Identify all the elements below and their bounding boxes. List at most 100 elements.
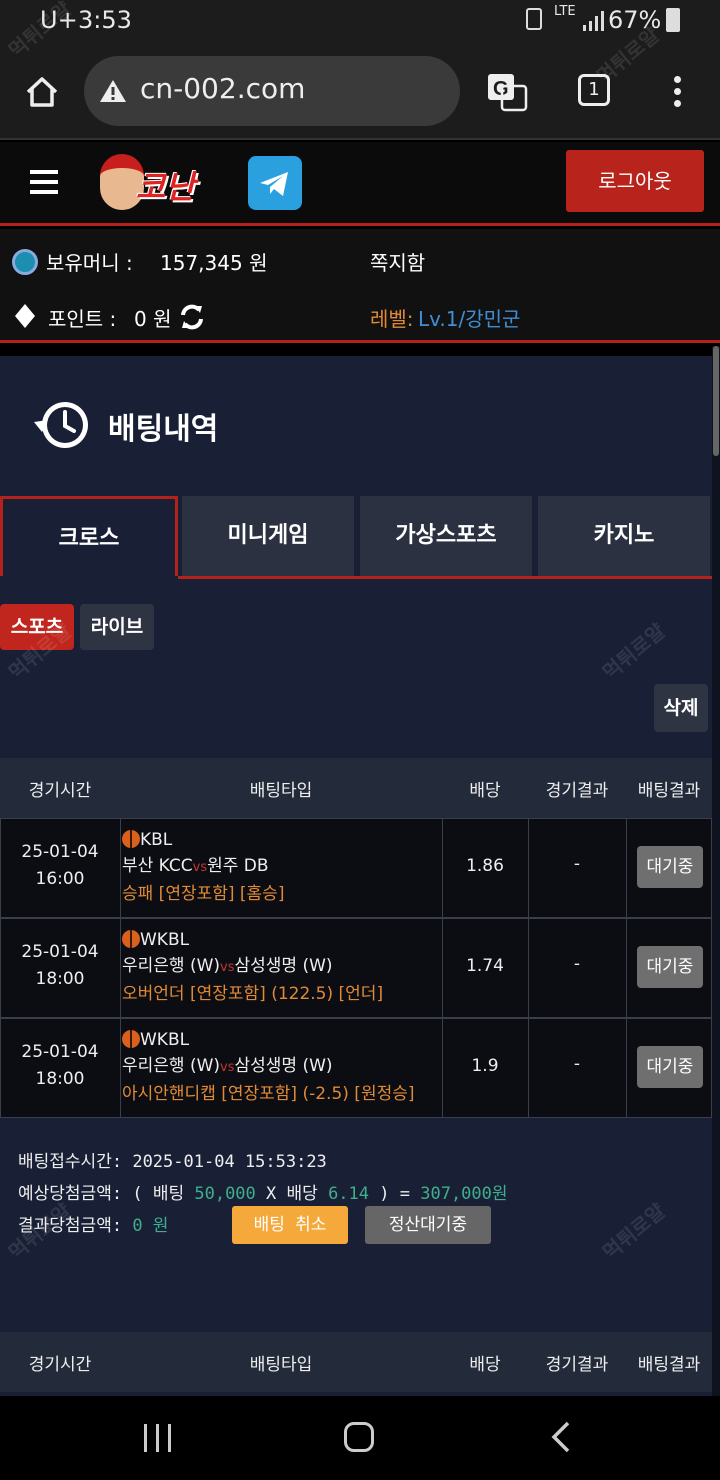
col-header-odds: 배당	[469, 1355, 501, 1375]
logout-button[interactable]: 로그아웃	[566, 150, 704, 212]
bet-type-detail: 오버언더 [연장포함] (122.5) [언더]	[122, 984, 384, 1004]
site-logo[interactable]: 코난	[96, 148, 226, 218]
expected-win-label: 예상당첨금액:	[18, 1184, 123, 1204]
tab-count: 1	[588, 79, 600, 100]
main-content: 배팅내역 크로스 미니게임 가상스포츠 카지노 스포츠 라이브 삭제 경기시간 …	[0, 356, 712, 1396]
table-row: 25-01-04 18:00 WKBL 우리은행 (W)vs삼성생명 (W) 오…	[0, 918, 712, 1018]
receipt-time-value: 2025-01-04 15:53:23	[132, 1152, 327, 1172]
total-odds-label: 배당	[286, 1184, 318, 1204]
signal-icon	[583, 11, 604, 31]
league-name: WKBL	[140, 930, 190, 950]
point-value: 0 원	[134, 307, 172, 331]
history-clock-icon	[34, 402, 88, 448]
game-time: 18:00	[35, 969, 85, 989]
settlement-pending-label: 정산대기중	[388, 1215, 468, 1235]
game-result-value: -	[573, 1054, 581, 1074]
scrollbar-track[interactable]	[712, 346, 720, 1396]
logo-text: 코난	[136, 168, 195, 206]
diamond-icon	[15, 304, 35, 328]
basketball-icon	[122, 930, 140, 948]
logout-label: 로그아웃	[598, 169, 672, 193]
money-value: 157,345 원	[160, 251, 268, 275]
close-equals: ) =	[379, 1184, 410, 1204]
tab-casino[interactable]: 카지노	[538, 496, 710, 576]
page-title: 배팅내역	[108, 412, 219, 447]
clock: 3:53	[78, 6, 132, 34]
col-header-time: 경기시간	[28, 781, 92, 801]
col-header-game-result: 경기결과	[545, 1355, 609, 1375]
tab-virtual-sports[interactable]: 가상스포츠	[360, 496, 532, 576]
back-icon[interactable]	[548, 1420, 574, 1454]
game-result-value: -	[573, 954, 581, 974]
pending-status-label: 대기중	[646, 957, 694, 977]
expected-win-value: 307,000원	[420, 1184, 508, 1204]
col-header-bet-result: 배팅결과	[637, 1355, 701, 1375]
vs-label: vs	[220, 1060, 235, 1075]
soccer-ball-icon	[12, 249, 38, 275]
table-header: 경기시간 배팅타입 배당 경기결과 배팅결과	[0, 1332, 712, 1392]
col-header-game-result: 경기결과	[545, 781, 609, 801]
tab-minigame-label: 미니게임	[227, 523, 309, 548]
url-text: cn-002.com	[140, 72, 306, 105]
home-nav-icon[interactable]	[344, 1422, 374, 1452]
receipt-time-label: 배팅접수시간:	[18, 1152, 123, 1172]
table-row: 25-01-04 18:00 WKBL 우리은행 (W)vs삼성생명 (W) 아…	[0, 1018, 712, 1118]
odds-value: 1.86	[466, 856, 504, 876]
league-name: WKBL	[140, 1030, 190, 1050]
odds-value: 1.74	[466, 956, 504, 976]
time-cell	[0, 1018, 121, 1118]
settlement-pending-badge: 정산대기중	[365, 1206, 491, 1244]
message-box-link[interactable]: 쪽지함	[370, 247, 425, 276]
refresh-icon[interactable]	[178, 303, 206, 331]
status-bar: U+ 3:53 LTE 67%	[0, 0, 720, 44]
level-value[interactable]: Lv.1/강민군	[418, 303, 520, 332]
game-date: 25-01-04	[21, 842, 99, 862]
scrollbar-thumb[interactable]	[713, 346, 719, 456]
watermark: 먹튀로얄	[597, 618, 670, 685]
sync-icon	[526, 8, 542, 30]
level-label: 레벨:	[370, 307, 414, 331]
time-cell	[0, 818, 121, 918]
tab-cross[interactable]: 크로스	[0, 496, 178, 576]
home-icon[interactable]	[24, 74, 60, 110]
game-result-value: -	[573, 854, 581, 874]
home-team: 우리은행 (W)	[122, 956, 221, 976]
tab-virtual-sports-label: 가상스포츠	[395, 523, 497, 548]
subtab-live[interactable]: 라이브	[80, 604, 154, 650]
address-bar[interactable]: cn-002.com	[84, 56, 460, 126]
cancel-bet-button[interactable]: 배팅 취소	[232, 1206, 348, 1244]
delete-button[interactable]: 삭제	[654, 684, 708, 732]
tab-cross-label: 크로스	[58, 526, 120, 551]
basketball-icon	[122, 830, 140, 848]
site-header: 코난 로그아웃	[0, 142, 720, 226]
vs-label: vs	[192, 860, 208, 875]
tab-casino-label: 카지노	[593, 523, 655, 548]
telegram-icon[interactable]	[248, 156, 302, 210]
away-team: 삼성생명 (W)	[234, 1056, 333, 1076]
game-date: 25-01-04	[21, 942, 99, 962]
total-odds-value: 6.14	[328, 1184, 370, 1204]
recent-apps-icon[interactable]	[144, 1424, 174, 1452]
tab-bar-underline	[178, 576, 712, 579]
more-menu-icon[interactable]	[674, 76, 682, 108]
col-header-bet-type: 배팅타입	[249, 781, 313, 801]
cancel-bet-label: 배팅 취소	[253, 1215, 327, 1235]
league-name: KBL	[140, 830, 173, 850]
odds-value: 1.9	[471, 1056, 499, 1076]
basketball-icon	[122, 1030, 140, 1048]
battery-icon	[666, 8, 680, 32]
time-cell	[0, 918, 121, 1018]
open-paren: (	[132, 1184, 143, 1204]
hamburger-menu-icon[interactable]	[30, 170, 58, 194]
pending-status-badge: 대기중	[637, 1046, 703, 1088]
network-label: LTE	[554, 4, 576, 19]
bet-amount-label: 배팅	[152, 1184, 185, 1204]
away-team: 삼성생명 (W)	[234, 956, 333, 976]
game-time: 18:00	[35, 1069, 85, 1089]
pending-status-label: 대기중	[646, 1057, 694, 1077]
tab-minigame[interactable]: 미니게임	[182, 496, 354, 576]
money-label: 보유머니 :	[46, 251, 133, 275]
translate-icon[interactable]: G	[486, 72, 528, 112]
user-info-panel: 보유머니 : 157,345 원 쪽지함 포인트 : 0 원 레벨: Lv.1/…	[0, 229, 720, 343]
times-sign: X	[266, 1184, 277, 1204]
